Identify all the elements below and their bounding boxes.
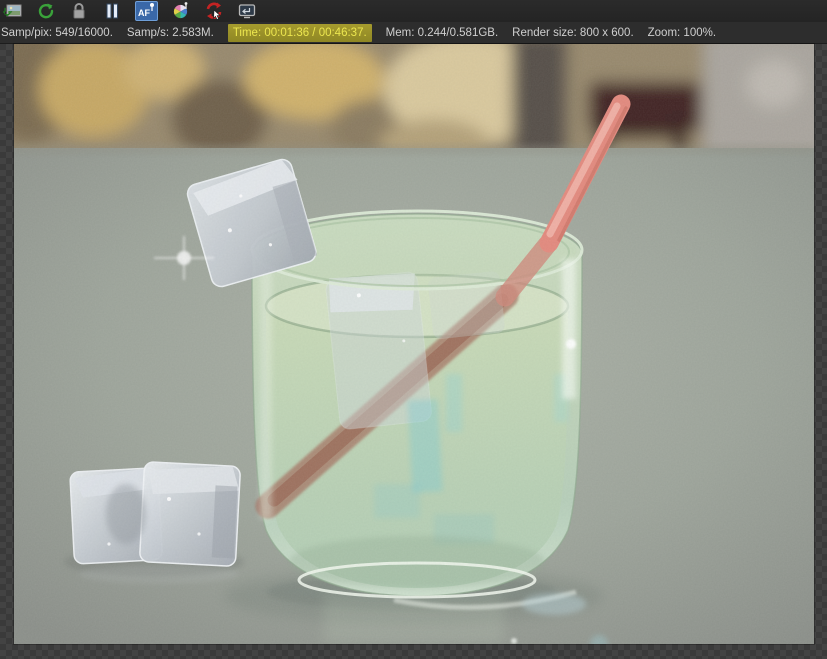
autofocus-button[interactable]: AF: [135, 1, 158, 21]
color-wheel-icon[interactable]: [171, 1, 191, 21]
status-zoom-level: Zoom: 100%.: [647, 26, 717, 39]
status-samples-per-pixel: Samp/pix: 549/16000.: [1, 26, 113, 39]
fit-to-screen-glyph: [238, 4, 256, 19]
pause-icon[interactable]: [102, 1, 122, 21]
pause-glyph: [106, 3, 118, 19]
render-viewport[interactable]: [0, 44, 827, 659]
fit-to-screen-icon[interactable]: [237, 1, 257, 21]
region-reset-icon[interactable]: [204, 1, 224, 21]
status-render-size: Render size: 800 x 600.: [512, 26, 634, 39]
statusbar: Samp/pix: 549/16000. Samp/s: 2.583M. Tim…: [0, 22, 827, 44]
refresh-icon[interactable]: [36, 1, 56, 21]
status-samples-per-second: Samp/s: 2.583M.: [126, 26, 214, 39]
render-canvas[interactable]: [14, 44, 814, 644]
save-image-icon[interactable]: [3, 1, 23, 21]
pin-icon: [150, 3, 154, 11]
lock-glyph: [73, 3, 85, 19]
toolbar: AF: [0, 0, 827, 22]
region-reset-glyph: [206, 2, 222, 20]
status-render-time: Time: 00:01:36 / 00:46:37.: [227, 23, 372, 42]
save-image-glyph: [3, 4, 22, 17]
color-wheel-glyph: [173, 2, 188, 19]
render-buffer-window: AF Samp/pix: 549/16000. Samp/s: 2.583M. …: [0, 0, 827, 659]
status-memory: Mem: 0.244/0.581GB.: [385, 26, 499, 39]
lock-icon[interactable]: [69, 1, 89, 21]
refresh-glyph: [38, 3, 54, 19]
